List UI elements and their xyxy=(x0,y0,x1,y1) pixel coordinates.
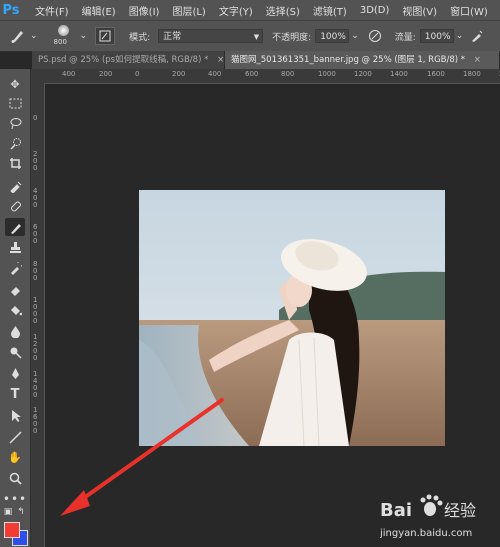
chevron-down-icon[interactable]: ⌄ xyxy=(456,31,464,41)
hand-tool-icon[interactable]: ✋ xyxy=(5,448,25,466)
type-tool-icon[interactable]: T xyxy=(5,385,25,403)
ruler-left-label: 0 xyxy=(33,114,38,122)
blur-tool-icon[interactable] xyxy=(5,322,25,340)
lasso-tool-icon[interactable] xyxy=(5,114,25,132)
watermark-url: jingyan.baidu.com xyxy=(380,528,472,539)
brush-size-label: 800 xyxy=(53,38,67,46)
brush-panel-icon[interactable] xyxy=(95,27,116,45)
ruler-top-label: 200 xyxy=(172,70,186,78)
menu-type[interactable]: 文字(Y) xyxy=(219,3,253,18)
baidu-watermark: Bai 经验 jingyan.baidu.com xyxy=(379,492,495,542)
ruler-top-label: 1600 xyxy=(427,70,445,78)
ruler-corner xyxy=(31,69,44,83)
brush-tool-preset-icon[interactable] xyxy=(6,28,30,44)
line-tool-icon[interactable] xyxy=(5,428,25,446)
pen-tool-icon[interactable] xyxy=(5,364,25,382)
flow-label: 流量: xyxy=(394,32,416,43)
paint-bucket-tool-icon[interactable] xyxy=(5,301,25,319)
brush-tool-icon[interactable] xyxy=(5,218,25,236)
foreground-color-swatch[interactable] xyxy=(4,522,20,538)
ruler-left-label: 1400 xyxy=(33,370,38,399)
menu-3d[interactable]: 3D(D) xyxy=(360,5,390,16)
beach-woman-photo xyxy=(139,190,445,446)
menu-image[interactable]: 图像(I) xyxy=(129,3,160,18)
chevron-down-icon: ▼ xyxy=(253,33,260,41)
photoshop-logo: Ps xyxy=(2,2,20,18)
ruler-top-label: 400 xyxy=(62,70,76,78)
ruler-left-label: 1600 xyxy=(33,406,38,435)
chevron-down-icon[interactable]: ⌄ xyxy=(80,31,88,41)
eraser-tool-icon[interactable] xyxy=(5,280,25,298)
path-selection-tool-icon[interactable] xyxy=(5,406,25,424)
ruler-top-label: 1800 xyxy=(463,70,481,78)
move-tool-icon[interactable]: ✥ xyxy=(5,75,25,93)
menu-file[interactable]: 文件(F) xyxy=(35,3,69,18)
ruler-top-label: 0 xyxy=(135,70,140,78)
clone-stamp-tool-icon[interactable] xyxy=(5,238,25,256)
dodge-tool-icon[interactable] xyxy=(5,343,25,361)
brush-preview-icon xyxy=(57,25,69,36)
chevron-down-icon[interactable]: ⌄ xyxy=(351,31,359,41)
ruler-top[interactable]: 4002000200400600800100012001400160018002… xyxy=(44,69,500,84)
menu-layer[interactable]: 图层(L) xyxy=(172,3,205,18)
paw-logo-icon xyxy=(420,494,443,516)
flow-field[interactable]: 100% xyxy=(419,29,454,43)
ruler-left-label: 400 xyxy=(33,187,38,209)
document-tabs: PS.psd @ 25% (ps如何提取线稿, RGB/8) * × 猫图网_5… xyxy=(32,51,500,69)
ruler-top-label: 400 xyxy=(208,70,222,78)
ruler-top-label: 600 xyxy=(245,70,259,78)
ruler-top-label: 800 xyxy=(281,70,295,78)
blend-mode-select[interactable]: 正常 ▼ xyxy=(158,29,264,43)
blend-mode-value: 正常 xyxy=(163,32,182,42)
ruler-left-label: 800 xyxy=(33,260,38,282)
tab-banner-document[interactable]: 猫图网_501361351_banner.jpg @ 25% (图层 1, RG… xyxy=(225,51,500,69)
toolbox: ✥ T ✋ ••• ▣ ↰ xyxy=(0,69,31,547)
ruler-left-label: 1000 xyxy=(33,296,38,325)
menu-window[interactable]: 窗口(W) xyxy=(450,3,488,18)
default-colors-icon[interactable]: ▣ xyxy=(2,506,14,518)
opacity-label: 不透明度: xyxy=(272,32,312,43)
airbrush-icon[interactable] xyxy=(469,29,485,43)
ruler-top-label: 1400 xyxy=(390,70,408,78)
canvas-image[interactable] xyxy=(139,190,445,446)
tab-psd-document[interactable]: PS.psd @ 25% (ps如何提取线稿, RGB/8) * × xyxy=(32,51,225,69)
healing-brush-tool-icon[interactable] xyxy=(5,197,25,215)
crop-tool-icon[interactable] xyxy=(5,154,25,172)
ruler-left[interactable]: 0 200 400 600 800 1000 1200 1400 1600 xyxy=(31,83,45,547)
close-icon[interactable]: × xyxy=(217,55,224,65)
ruler-top-label: 1200 xyxy=(354,70,372,78)
close-icon[interactable]: × xyxy=(474,55,481,65)
menu-bar: Ps 文件(F) 编辑(E) 图像(I) 图层(L) 文字(Y) 选择(S) 滤… xyxy=(0,0,500,20)
ruler-left-label: 600 xyxy=(33,223,38,245)
opacity-value: 100% xyxy=(320,32,346,42)
menu-filter[interactable]: 滤镜(T) xyxy=(313,3,347,18)
chevron-down-icon[interactable]: ⌄ xyxy=(30,31,38,41)
swap-colors-icon[interactable]: ↰ xyxy=(15,506,27,518)
menu-select[interactable]: 选择(S) xyxy=(266,3,300,18)
watermark-brand2: 经验 xyxy=(444,501,476,520)
quick-select-tool-icon[interactable] xyxy=(5,134,25,152)
watermark-brand: Bai xyxy=(380,500,412,521)
menu-view[interactable]: 视图(V) xyxy=(402,3,437,18)
pressure-opacity-icon[interactable] xyxy=(367,29,383,43)
opacity-field[interactable]: 100% xyxy=(315,29,350,43)
tab-label: 猫图网_501361351_banner.jpg @ 25% (图层 1, RG… xyxy=(231,55,466,65)
ruler-left-label: 1200 xyxy=(33,333,38,362)
ruler-top-label: 1000 xyxy=(318,70,336,78)
tab-label: PS.psd @ 25% (ps如何提取线稿, RGB/8) * xyxy=(38,55,209,65)
brush-size-picker[interactable]: 800 xyxy=(50,22,80,50)
zoom-tool-icon[interactable] xyxy=(5,469,25,487)
menu-edit[interactable]: 编辑(E) xyxy=(82,3,116,18)
mode-label: 模式: xyxy=(129,32,151,43)
ruler-top-label: 200 xyxy=(99,70,113,78)
eyedropper-tool-icon[interactable] xyxy=(5,177,25,195)
options-bar: ⌄ 800 ⌄ 模式: 正常 ▼ 不透明度: 100% ⌄ 流量: 100% ⌄ xyxy=(0,20,500,52)
flow-value: 100% xyxy=(424,32,451,42)
ruler-left-label: 200 xyxy=(33,150,38,172)
history-brush-tool-icon[interactable] xyxy=(5,259,25,277)
marquee-tool-icon[interactable] xyxy=(5,94,25,112)
